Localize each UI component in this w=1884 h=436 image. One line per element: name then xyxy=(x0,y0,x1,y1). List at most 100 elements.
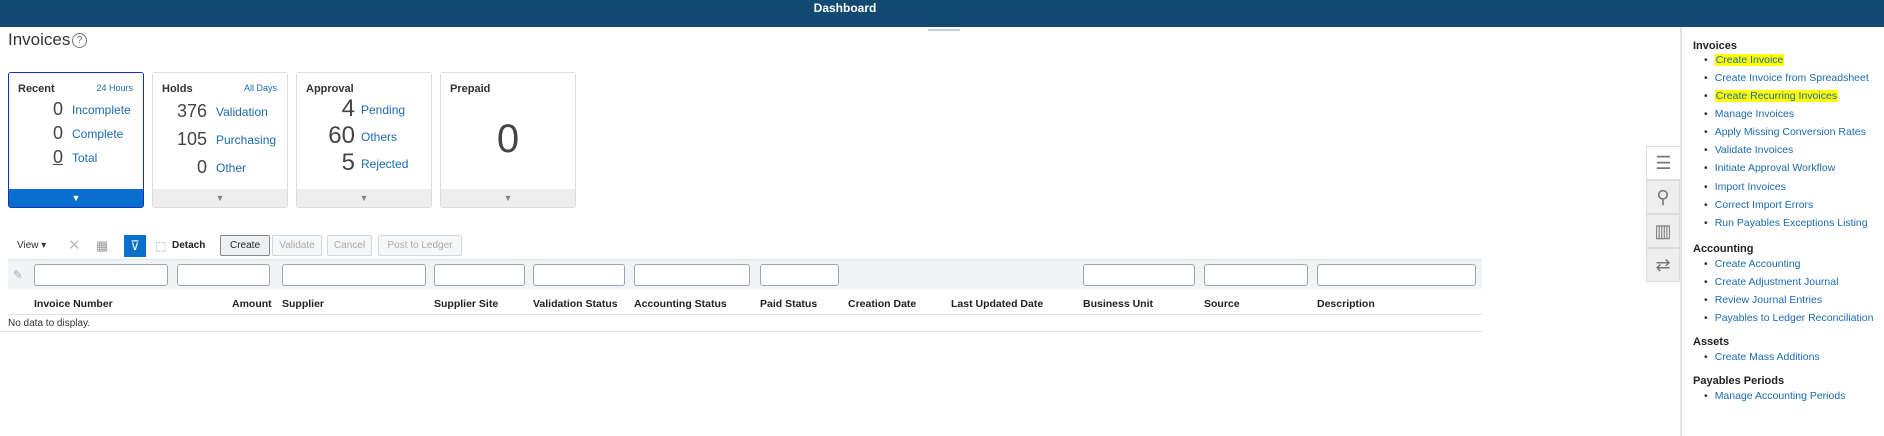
task-link[interactable]: • Payables to Ledger Reconciliation xyxy=(1704,312,1873,324)
link[interactable]: Total xyxy=(72,151,97,165)
column-header[interactable]: Creation Date xyxy=(848,298,916,310)
link[interactable]: Validation xyxy=(216,105,268,119)
filter-description[interactable] xyxy=(1317,264,1476,286)
create-button[interactable]: Create xyxy=(220,235,270,256)
card-row[interactable]: 0 Total xyxy=(9,147,145,171)
detach-button[interactable]: Detach xyxy=(172,237,205,257)
column-header[interactable]: Supplier Site xyxy=(434,298,498,310)
task-link[interactable]: • Create Mass Additions xyxy=(1704,351,1820,363)
filter-amount[interactable] xyxy=(177,264,270,286)
column-header[interactable]: Invoice Number xyxy=(34,298,113,310)
link[interactable]: Initiate Approval Workflow xyxy=(1715,162,1836,174)
detach-icon[interactable]: ⬚ xyxy=(155,237,166,257)
link[interactable]: Correct Import Errors xyxy=(1715,199,1814,211)
column-header[interactable]: Paid Status xyxy=(760,298,817,310)
link[interactable]: Create Invoice from Spreadsheet xyxy=(1715,72,1869,84)
column-header[interactable]: Source xyxy=(1204,298,1240,310)
filter-source[interactable] xyxy=(1204,264,1308,286)
view-menu[interactable]: View ▾ xyxy=(17,237,46,257)
validate-button[interactable]: Validate xyxy=(272,235,322,256)
task-link[interactable]: • Initiate Approval Workflow xyxy=(1704,162,1835,174)
delete-icon[interactable]: ✕ xyxy=(68,237,81,257)
task-link[interactable]: • Create Adjustment Journal xyxy=(1704,276,1838,288)
link[interactable]: Create Adjustment Journal xyxy=(1715,276,1839,288)
task-create-invoice[interactable]: • Create Invoice xyxy=(1704,54,1785,66)
task-link[interactable]: • Apply Missing Conversion Rates xyxy=(1704,126,1866,138)
query-by-example-icon[interactable]: ⊽ xyxy=(124,235,146,257)
task-link[interactable]: • Create Accounting xyxy=(1704,258,1801,270)
filter-business-unit[interactable] xyxy=(1083,264,1195,286)
link[interactable]: Purchasing xyxy=(216,133,276,147)
task-create-recurring[interactable]: • Create Recurring Invoices xyxy=(1704,90,1839,102)
card-row[interactable]: 0 Incomplete xyxy=(9,99,145,123)
expand-chevron-icon[interactable]: ▼ xyxy=(297,189,431,207)
count[interactable]: 0 xyxy=(53,147,63,168)
expand-chevron-icon[interactable]: ▼ xyxy=(153,189,287,207)
cancel-button[interactable]: Cancel xyxy=(327,235,372,256)
task-link[interactable]: • Run Payables Exceptions Listing xyxy=(1704,217,1868,229)
freeze-columns-icon[interactable]: ▦ xyxy=(96,237,108,257)
link[interactable]: Others xyxy=(361,130,397,144)
filter-supplier[interactable] xyxy=(282,264,426,286)
link[interactable]: Rejected xyxy=(361,157,408,171)
column-header[interactable]: Supplier xyxy=(282,298,324,310)
link[interactable]: Create Recurring Invoices xyxy=(1714,90,1839,102)
link[interactable]: Complete xyxy=(72,127,123,141)
expand-chevron-icon[interactable]: ▼ xyxy=(441,189,575,207)
link[interactable]: Other xyxy=(216,161,246,175)
card-row[interactable]: 105 Purchasing xyxy=(153,129,289,153)
link[interactable]: Incomplete xyxy=(72,103,131,117)
link[interactable]: Create Mass Additions xyxy=(1715,351,1820,363)
link[interactable]: Validate Invoices xyxy=(1715,144,1794,156)
dashboard-title[interactable]: Dashboard xyxy=(0,1,1690,15)
card-row[interactable]: 60 Others xyxy=(297,122,433,149)
filter-validation-status[interactable] xyxy=(533,264,625,286)
column-header[interactable]: Validation Status xyxy=(533,298,618,310)
link[interactable]: Import Invoices xyxy=(1715,181,1786,193)
column-header[interactable]: Accounting Status xyxy=(634,298,727,310)
task-link[interactable]: • Validate Invoices xyxy=(1704,144,1793,156)
filter-accounting-status[interactable] xyxy=(634,264,750,286)
column-header[interactable]: Business Unit xyxy=(1083,298,1153,310)
splitter-handle[interactable] xyxy=(928,29,960,31)
filter-paid-status[interactable] xyxy=(760,264,839,286)
card-row[interactable]: 0 Other xyxy=(153,157,289,181)
card-row[interactable]: 376 Validation xyxy=(153,101,289,125)
link[interactable]: Create Invoice xyxy=(1714,54,1785,66)
task-link[interactable]: • Review Journal Entries xyxy=(1704,294,1822,306)
task-link[interactable]: • Manage Accounting Periods xyxy=(1704,390,1845,402)
task-link[interactable]: • Create Invoice from Spreadsheet xyxy=(1704,72,1869,84)
link[interactable]: Manage Invoices xyxy=(1715,108,1794,120)
approval-card[interactable]: Approval 4 Pending 60 Others 5 Rejected ▼ xyxy=(296,72,432,208)
card-row[interactable]: 0 Complete xyxy=(9,123,145,147)
column-header[interactable]: Last Updated Date xyxy=(951,298,1043,310)
card-row[interactable]: 5 Rejected xyxy=(297,149,433,176)
task-link[interactable]: • Correct Import Errors xyxy=(1704,199,1813,211)
tasks-tab-icon[interactable]: ☰ xyxy=(1646,146,1680,180)
expand-chevron-icon[interactable]: ▼ xyxy=(9,189,143,207)
link[interactable]: Apply Missing Conversion Rates xyxy=(1715,126,1866,138)
filter-invoice-number[interactable] xyxy=(34,264,168,286)
recent-card[interactable]: Recent 24 Hours 0 Incomplete 0 Complete 0T… xyxy=(8,72,144,208)
card-row[interactable]: 4 Pending xyxy=(297,95,433,122)
help-icon[interactable]: ? xyxy=(72,33,87,48)
prepaid-count[interactable]: 0 xyxy=(441,117,575,162)
column-header[interactable]: Description xyxy=(1317,298,1375,310)
link[interactable]: Run Payables Exceptions Listing xyxy=(1715,217,1868,229)
holds-card[interactable]: Holds All Days 376 Validation 105 Purchasi… xyxy=(152,72,288,208)
link[interactable]: Review Journal Entries xyxy=(1715,294,1822,306)
task-link[interactable]: • Import Invoices xyxy=(1704,181,1786,193)
column-header[interactable]: Amount xyxy=(232,298,272,310)
search-tab-icon[interactable]: ⚲ xyxy=(1646,180,1680,214)
link[interactable]: Payables to Ledger Reconciliation xyxy=(1715,312,1874,324)
clear-filter-icon[interactable]: ✎ xyxy=(13,268,23,282)
link[interactable]: Create Accounting xyxy=(1715,258,1801,270)
task-link[interactable]: • Manage Invoices xyxy=(1704,108,1794,120)
link[interactable]: Pending xyxy=(361,103,405,117)
reconcile-tab-icon[interactable]: ⇄ xyxy=(1646,248,1680,282)
prepaid-card[interactable]: Prepaid 0 ▼ xyxy=(440,72,576,208)
filter-supplier-site[interactable] xyxy=(434,264,525,286)
link[interactable]: Manage Accounting Periods xyxy=(1715,390,1846,402)
reports-chart-tab-icon[interactable]: ▥ xyxy=(1646,214,1680,248)
post-to-ledger-button[interactable]: Post to Ledger xyxy=(378,235,462,256)
